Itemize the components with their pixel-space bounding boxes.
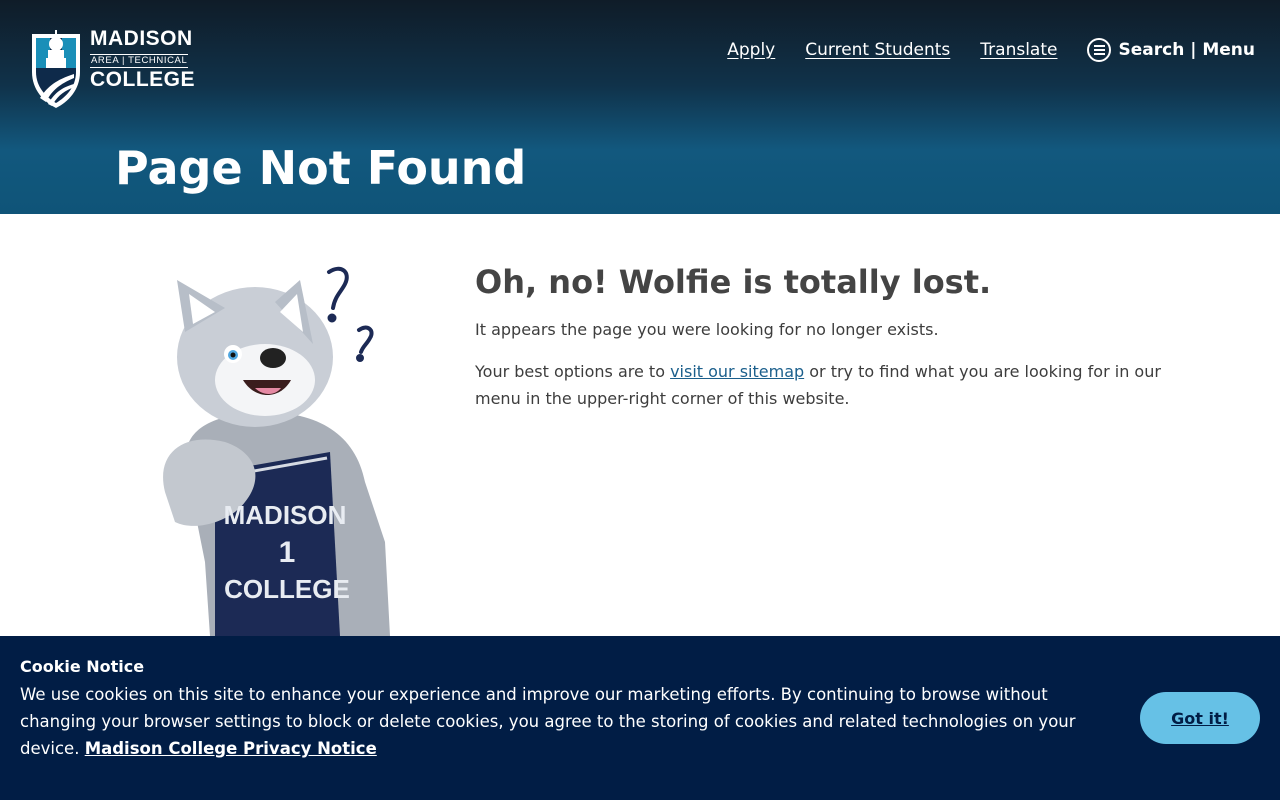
question-mark-icon <box>327 266 374 362</box>
shield-logo-icon <box>32 30 80 108</box>
search-menu-button[interactable]: Search | Menu <box>1087 38 1255 62</box>
college-logo[interactable]: MADISON AREA | TECHNICAL COLLEGE <box>30 28 195 110</box>
privacy-notice-link[interactable]: Madison College Privacy Notice <box>85 739 377 758</box>
nav-link-translate[interactable]: Translate <box>980 40 1057 60</box>
search-menu-label: Search | Menu <box>1118 40 1255 60</box>
error-content: Oh, no! Wolfie is totally lost. It appea… <box>475 262 1175 427</box>
error-heading: Oh, no! Wolfie is totally lost. <box>475 263 992 301</box>
logo-text-madison: MADISON <box>90 27 193 50</box>
error-options: Your best options are to visit our sitem… <box>475 358 1175 412</box>
sitemap-link[interactable]: visit our sitemap <box>670 362 804 381</box>
got-it-button[interactable]: Got it! <box>1140 692 1260 744</box>
jersey-text-madison: MADISON <box>224 500 347 530</box>
logo-text-college: COLLEGE <box>90 68 196 91</box>
options-text-before: Your best options are to <box>475 362 671 381</box>
page-title: Page Not Found <box>115 141 527 195</box>
cookie-notice-banner: Cookie Notice We use cookies on this sit… <box>0 636 1280 800</box>
cookie-notice-text: We use cookies on this site to enhance y… <box>20 681 1120 762</box>
wolfie-mascot-image: MADISON 1 COLLEGE <box>115 262 450 636</box>
nav-link-current-students[interactable]: Current Students <box>805 40 950 60</box>
menu-icon <box>1087 38 1112 62</box>
nav-link-apply[interactable]: Apply <box>727 40 775 60</box>
error-message: It appears the page you were looking for… <box>475 320 939 339</box>
jersey-number: 1 <box>279 536 296 569</box>
cookie-notice-title: Cookie Notice <box>20 657 145 676</box>
top-navigation: Apply Current Students Translate Search … <box>727 38 1255 62</box>
site-header: MADISON AREA | TECHNICAL COLLEGE Apply C… <box>0 0 1280 214</box>
jersey-text-college: COLLEGE <box>224 574 350 604</box>
logo-text-area-technical: AREA | TECHNICAL <box>90 54 189 68</box>
